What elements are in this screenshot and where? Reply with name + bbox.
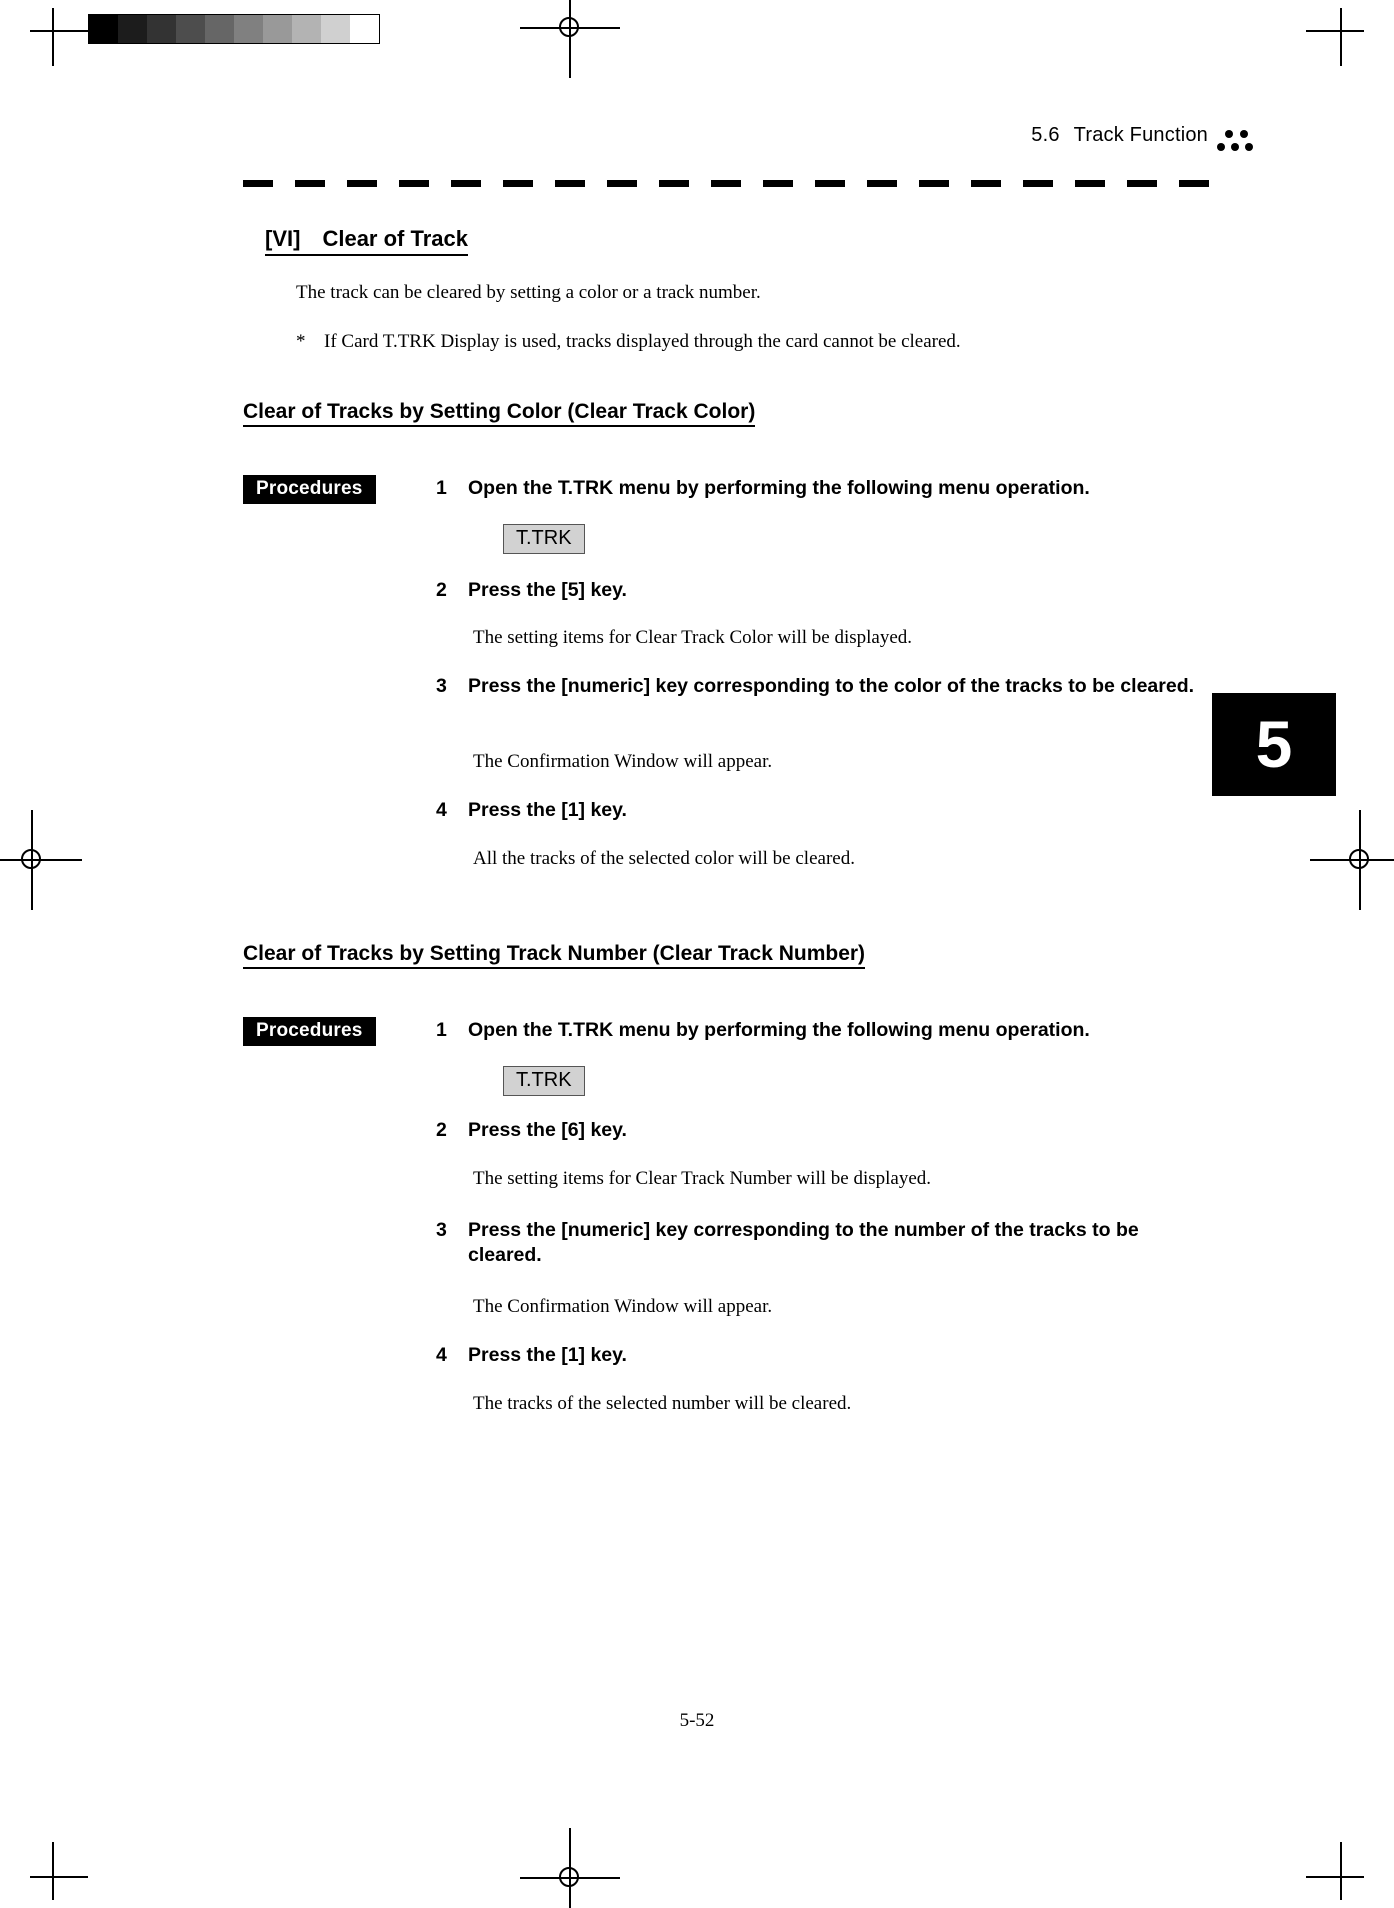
step-1-4: 4 Press the [1] key. <box>436 798 1196 823</box>
gray-swatch-2 <box>147 15 176 43</box>
keycap-ttrk-2[interactable]: T.TRK <box>503 1066 585 1096</box>
registration-mark-top <box>520 0 620 78</box>
step-number: 4 <box>436 1344 447 1366</box>
grayscale-calibration-strip <box>88 14 380 44</box>
step-2-4: 4 Press the [1] key. <box>436 1343 1196 1368</box>
procedures-badge-1: Procedures <box>243 475 376 504</box>
subsection-title-clear-track-color: Clear of Tracks by Setting Color (Clear … <box>243 400 756 427</box>
step-text: Press the [1] key. <box>468 799 627 821</box>
step-number: 4 <box>436 799 447 821</box>
header-section-number: 5.6 <box>1031 124 1060 146</box>
crop-mark-bottom-left <box>30 1842 88 1900</box>
step-number: 1 <box>436 1019 447 1041</box>
step-2-3: 3 Press the [numeric] key corresponding … <box>436 1218 1191 1268</box>
gray-swatch-9 <box>350 15 379 43</box>
section-title: Clear of Track <box>322 226 468 251</box>
document-page: 5.6 Track Function 5 [VI] Clear of Track T… <box>0 0 1394 1908</box>
crop-mark-bottom-right <box>1306 1842 1364 1900</box>
gray-swatch-4 <box>205 15 234 43</box>
step-2-1: 1 Open the T.TRK menu by performing the … <box>436 1018 1196 1043</box>
gray-swatch-7 <box>292 15 321 43</box>
page-title: [VI] Clear of Track <box>265 226 468 256</box>
step-text: Press the [numeric] key corresponding to… <box>468 1219 1139 1266</box>
step-2-4-note: The tracks of the selected number will b… <box>473 1393 852 1414</box>
step-text: Press the [numeric] key corresponding to… <box>468 675 1195 697</box>
gray-swatch-5 <box>234 15 263 43</box>
page-number: 5-52 <box>679 1710 715 1731</box>
crop-mark-top-left <box>30 8 88 66</box>
header-section-title: Track Function <box>1073 124 1208 146</box>
registration-mark-bottom <box>520 1828 620 1908</box>
section-label: [VI] <box>265 226 301 251</box>
step-1-2: 2 Press the [5] key. <box>436 578 1196 603</box>
header-dashed-rule <box>243 180 1215 187</box>
gray-swatch-8 <box>321 15 350 43</box>
step-1-3-note: The Confirmation Window will appear. <box>473 751 773 772</box>
section-note: * If Card T.TRK Display is used, tracks … <box>296 329 1236 355</box>
step-number: 3 <box>436 675 447 697</box>
step-1-4-note: All the tracks of the selected color wil… <box>473 848 855 869</box>
note-text: If Card T.TRK Display is used, tracks di… <box>324 331 961 352</box>
step-1-1: 1 Open the T.TRK menu by performing the … <box>436 476 1196 501</box>
subsection-title-clear-track-number: Clear of Tracks by Setting Track Number … <box>243 942 866 969</box>
gray-swatch-0 <box>89 15 118 43</box>
step-1-3: 3 Press the [numeric] key corresponding … <box>436 674 1206 699</box>
step-number: 2 <box>436 1119 447 1141</box>
step-number: 1 <box>436 477 447 499</box>
five-dot-mark-icon <box>1215 128 1259 154</box>
running-header: 5.6 Track Function <box>0 124 1394 158</box>
procedures-badge-2: Procedures <box>243 1017 376 1046</box>
step-1-2-note: The setting items for Clear Track Color … <box>473 627 913 648</box>
registration-mark-left <box>0 810 82 910</box>
gray-swatch-1 <box>118 15 147 43</box>
step-text: Open the T.TRK menu by performing the fo… <box>468 477 1090 499</box>
crop-mark-top-right <box>1306 8 1364 66</box>
keycap-ttrk-1[interactable]: T.TRK <box>503 524 585 554</box>
step-text: Open the T.TRK menu by performing the fo… <box>468 1019 1090 1041</box>
gray-swatch-3 <box>176 15 205 43</box>
section-intro: The track can be cleared by setting a co… <box>296 282 761 303</box>
registration-mark-right <box>1310 810 1394 910</box>
note-marker: * <box>296 331 306 352</box>
header-title: 5.6 Track Function <box>1031 124 1208 147</box>
gray-swatch-6 <box>263 15 292 43</box>
chapter-tab: 5 <box>1212 693 1336 796</box>
step-text: Press the [6] key. <box>468 1119 627 1141</box>
step-2-3-note: The Confirmation Window will appear. <box>473 1296 773 1317</box>
step-2-2: 2 Press the [6] key. <box>436 1118 1196 1143</box>
step-2-2-note: The setting items for Clear Track Number… <box>473 1168 932 1189</box>
step-text: Press the [5] key. <box>468 579 627 601</box>
step-number: 3 <box>436 1219 447 1241</box>
step-text: Press the [1] key. <box>468 1344 627 1366</box>
step-number: 2 <box>436 579 447 601</box>
